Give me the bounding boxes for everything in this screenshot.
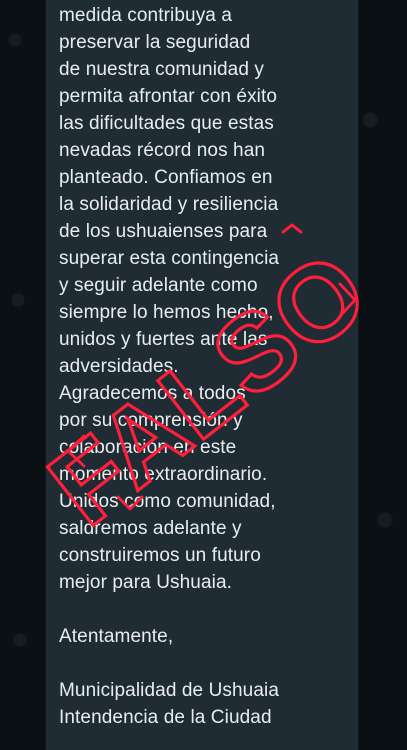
message-text: medida contribuya a preservar la segurid…	[59, 5, 280, 728]
chat-screen: medida contribuya a preservar la segurid…	[0, 0, 407, 750]
